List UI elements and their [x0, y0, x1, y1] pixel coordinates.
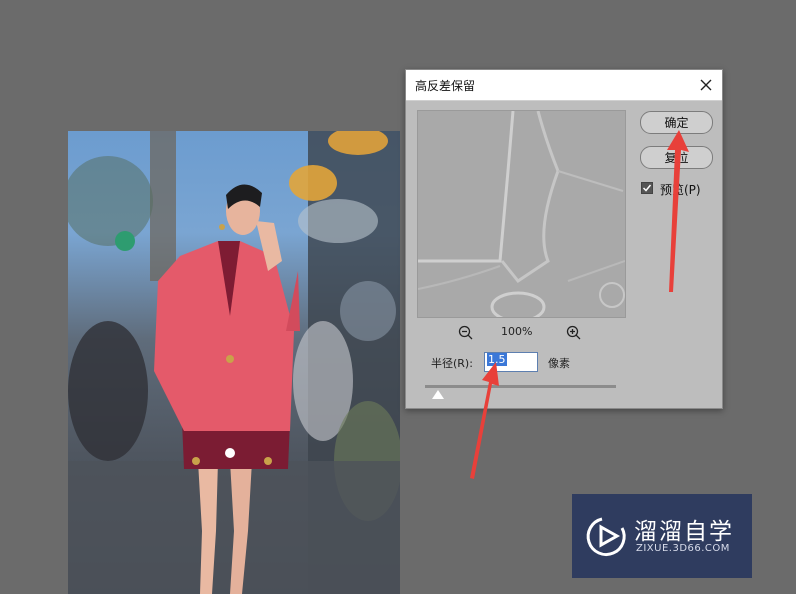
radius-input[interactable]: 1.5 [484, 352, 538, 372]
radius-value: 1.5 [487, 353, 507, 366]
site-watermark: 溜溜自学 ZIXUE.3D66.COM [572, 494, 752, 578]
close-icon [700, 79, 712, 91]
photo-illustration [68, 131, 400, 594]
zoom-controls: 100% [417, 324, 624, 342]
zoom-out-button[interactable] [457, 324, 475, 342]
radius-slider-track[interactable] [425, 385, 616, 388]
play-logo-icon [586, 517, 626, 556]
zoom-out-icon [458, 325, 473, 340]
high-pass-dialog: 高反差保留 100% 半径(R): 1.5 像素 确定 复位 预览(P) [405, 69, 723, 409]
watermark-title: 溜溜自学 [634, 519, 734, 545]
close-button[interactable] [694, 73, 718, 97]
radius-label: 半径(R): [431, 357, 473, 370]
photoshop-workspace: 高反差保留 100% 半径(R): 1.5 像素 确定 复位 预览(P) 溜溜自… [0, 0, 796, 594]
preview-checkbox[interactable] [641, 182, 653, 194]
filter-preview-pane[interactable] [417, 110, 626, 318]
unit-label: 像素 [548, 357, 570, 370]
dialog-titlebar[interactable]: 高反差保留 [406, 70, 722, 101]
zoom-in-button[interactable] [565, 324, 583, 342]
reset-button[interactable]: 复位 [640, 146, 713, 169]
preview-label: 预览(P) [660, 183, 701, 197]
zoom-level: 100% [501, 325, 533, 338]
radius-slider-thumb[interactable] [432, 390, 444, 399]
dialog-title: 高反差保留 [415, 79, 476, 93]
watermark-subtitle: ZIXUE.3D66.COM [636, 543, 730, 554]
ok-button[interactable]: 确定 [640, 111, 713, 134]
high-pass-preview-image [418, 111, 625, 317]
zoom-in-icon [566, 325, 581, 340]
canvas-photo [68, 131, 400, 594]
checkmark-icon [642, 184, 652, 192]
